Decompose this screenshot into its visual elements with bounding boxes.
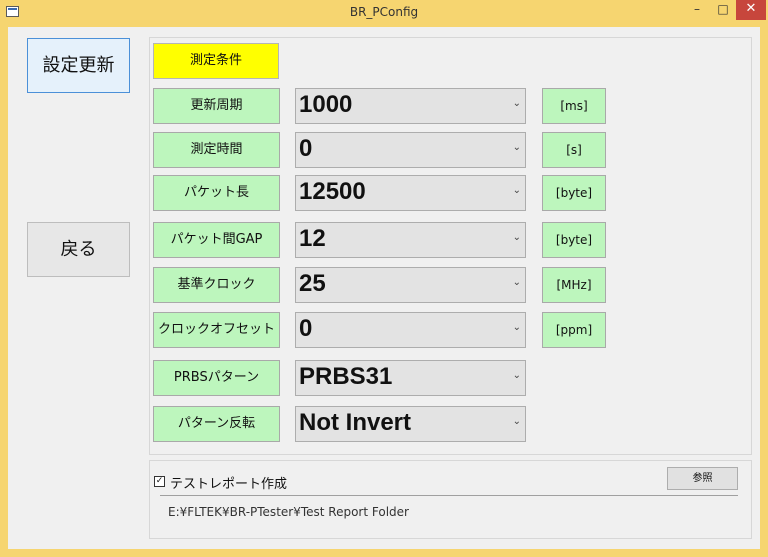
unit-label: [ms] (542, 88, 606, 124)
conditions-header: 測定条件 (153, 43, 279, 79)
row-label: 基準クロック (153, 267, 280, 303)
chevron-down-icon[interactable]: ⌄ (513, 185, 521, 196)
chevron-down-icon[interactable]: ⌄ (513, 277, 521, 288)
unit-label: [ppm] (542, 312, 606, 348)
row-label: パターン反転 (153, 406, 280, 442)
chevron-down-icon[interactable]: ⌄ (513, 416, 521, 427)
row-label: 測定時間 (153, 132, 280, 168)
row-measure-time: 測定時間 0 ⌄ [s] (8, 132, 760, 168)
title-bar[interactable]: BR_PConfig – □ ✕ (0, 0, 768, 26)
chevron-down-icon[interactable]: ⌄ (513, 142, 521, 153)
combo-value: 0 (299, 135, 313, 162)
update-settings-button[interactable]: 設定更新 (27, 38, 130, 93)
combo-value: 1000 (299, 91, 353, 118)
browse-button[interactable]: 参照 (667, 467, 738, 490)
row-label: クロックオフセット (153, 312, 280, 348)
client-area: 設定更新 戻る 測定条件 更新周期 1000 ⌄ [ms] 測定時間 0 ⌄ [… (8, 27, 760, 549)
close-button[interactable]: ✕ (736, 0, 766, 20)
packet-gap-select[interactable]: 12 ⌄ (295, 222, 526, 258)
report-path-text: E:¥FLTEK¥BR-PTester¥Test Report Folder (168, 505, 409, 519)
row-packet-gap: パケット間GAP 12 ⌄ [byte] (8, 222, 760, 258)
pattern-invert-select[interactable]: Not Invert ⌄ (295, 406, 526, 442)
combo-value: Not Invert (299, 409, 412, 436)
row-label: パケット長 (153, 175, 280, 211)
chevron-down-icon[interactable]: ⌄ (513, 98, 521, 109)
unit-label: [MHz] (542, 267, 606, 303)
minimize-button[interactable]: – (684, 0, 710, 20)
combo-value: 12 (299, 225, 326, 252)
report-path-field[interactable]: E:¥FLTEK¥BR-PTester¥Test Report Folder (160, 495, 738, 527)
test-report-label[interactable]: テストレポート作成 (170, 473, 287, 492)
prbs-pattern-select[interactable]: PRBS31 ⌄ (295, 360, 526, 396)
combo-value: 12500 (299, 178, 366, 205)
packet-length-select[interactable]: 12500 ⌄ (295, 175, 526, 211)
app-window: BR_PConfig – □ ✕ 設定更新 戻る 測定条件 更新周期 1000 … (0, 0, 768, 557)
row-reference-clock: 基準クロック 25 ⌄ [MHz] (8, 267, 760, 303)
unit-label: [byte] (542, 175, 606, 211)
unit-label: [s] (542, 132, 606, 168)
row-prbs-pattern: PRBSパターン PRBS31 ⌄ (8, 360, 760, 396)
row-label: パケット間GAP (153, 222, 280, 258)
clock-offset-select[interactable]: 0 ⌄ (295, 312, 526, 348)
row-update-period: 更新周期 1000 ⌄ [ms] (8, 88, 760, 124)
combo-value: PRBS31 (299, 363, 393, 390)
measure-time-select[interactable]: 0 ⌄ (295, 132, 526, 168)
row-pattern-invert: パターン反転 Not Invert ⌄ (8, 406, 760, 442)
combo-value: 25 (299, 270, 326, 297)
chevron-down-icon[interactable]: ⌄ (513, 322, 521, 333)
unit-label: [byte] (542, 222, 606, 258)
reference-clock-select[interactable]: 25 ⌄ (295, 267, 526, 303)
row-label: PRBSパターン (153, 360, 280, 396)
row-clock-offset: クロックオフセット 0 ⌄ [ppm] (8, 312, 760, 348)
chevron-down-icon[interactable]: ⌄ (513, 370, 521, 381)
combo-value: 0 (299, 315, 313, 342)
window-title: BR_PConfig (349, 5, 419, 19)
row-packet-length: パケット長 12500 ⌄ [byte] (8, 175, 760, 211)
update-period-select[interactable]: 1000 ⌄ (295, 88, 526, 124)
chevron-down-icon[interactable]: ⌄ (513, 232, 521, 243)
test-report-checkbox[interactable]: ✓ (154, 476, 165, 487)
row-label: 更新周期 (153, 88, 280, 124)
maximize-button[interactable]: □ (710, 0, 736, 20)
